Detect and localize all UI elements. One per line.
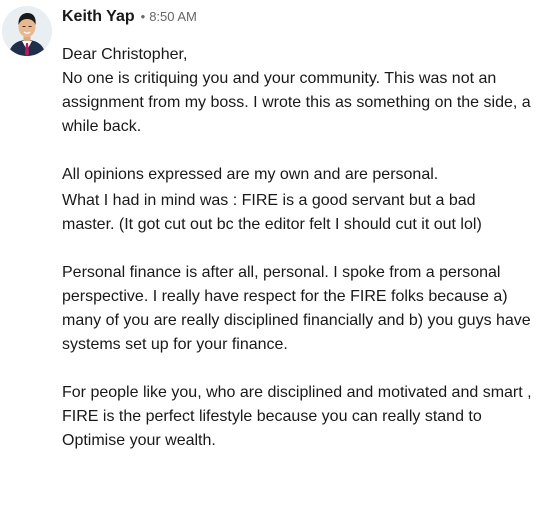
message-header: Keith Yap • 8:50 AM [62, 8, 197, 32]
message-paragraph-1: No one is critiquing you and your commun… [62, 70, 531, 135]
chat-message: Keith Yap • 8:50 AM Dear Christopher, No… [0, 0, 547, 514]
message-paragraph-5: For people like you, who are disciplined… [62, 384, 532, 449]
message-paragraph-4: Personal finance is after all, personal.… [62, 264, 531, 353]
message-body: Dear Christopher, No one is critiquing y… [62, 43, 532, 453]
message-greeting: Dear Christopher, [62, 46, 188, 63]
message-paragraph-2: All opinions expressed are my own and ar… [62, 166, 439, 183]
separator-dot: • [140, 9, 146, 24]
person-avatar-icon [2, 6, 52, 56]
message-paragraph-3: What I had in mind was : FIRE is a good … [62, 192, 482, 233]
sender-name[interactable]: Keith Yap [62, 8, 135, 26]
sender-avatar[interactable] [2, 6, 52, 56]
message-timestamp: 8:50 AM [149, 9, 197, 24]
